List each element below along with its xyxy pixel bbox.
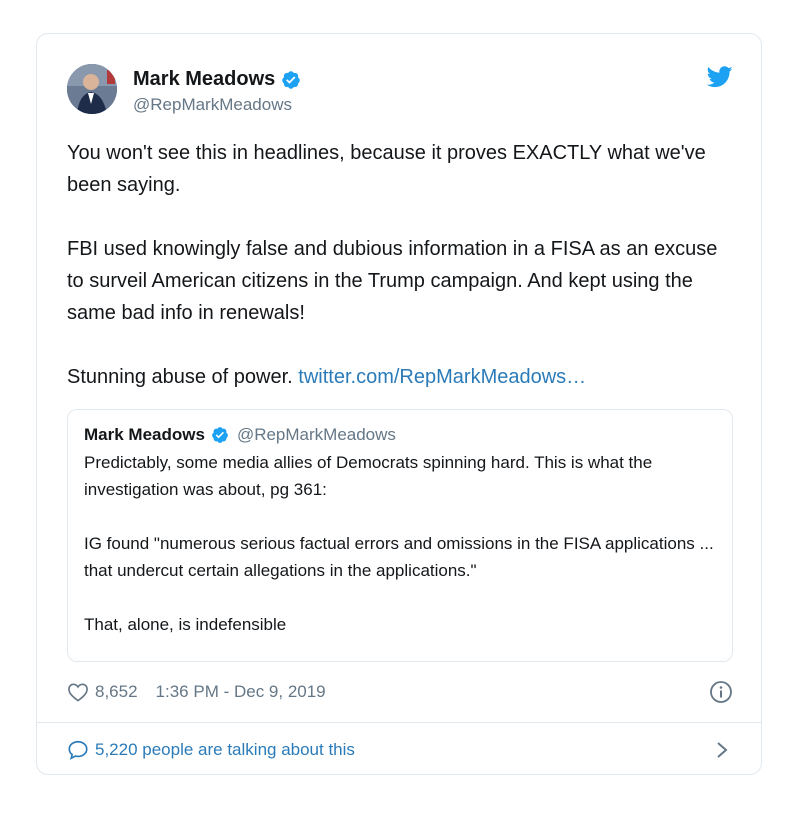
author-block: Mark Meadows @RepMarkMeadows — [133, 68, 301, 115]
comment-bubble-icon — [68, 740, 88, 760]
quoted-paragraph: That, alone, is indefensible — [84, 615, 287, 634]
heart-icon[interactable] — [67, 682, 89, 702]
talking-about-link[interactable]: 5,220 people are talking about this — [67, 736, 733, 764]
quoted-author-handle[interactable]: @RepMarkMeadows — [237, 425, 396, 445]
tweet-paragraph: FBI used knowingly false and dubious inf… — [67, 238, 718, 324]
info-icon[interactable] — [709, 680, 733, 704]
twitter-logo-icon[interactable] — [707, 66, 733, 88]
quoted-body: Predictably, some media allies of Democr… — [84, 449, 716, 638]
author-name[interactable]: Mark Meadows — [133, 68, 275, 91]
quoted-paragraph: Predictably, some media allies of Democr… — [84, 453, 653, 499]
quoted-author-name[interactable]: Mark Meadows — [84, 425, 205, 445]
talking-count-text: 5,220 people are talking about this — [95, 740, 355, 759]
author-handle[interactable]: @RepMarkMeadows — [133, 95, 301, 115]
tweet-paragraph: Stunning abuse of power. — [67, 366, 293, 388]
tweet-link[interactable]: twitter.com/RepMarkMeadows… — [298, 366, 586, 388]
verified-badge-icon — [212, 427, 228, 443]
tweet-paragraph-last: Stunning abuse of power. twitter.com/Rep… — [67, 361, 737, 393]
tweet-card: Mark Meadows @RepMarkMeadows You won't s… — [36, 33, 762, 775]
chevron-right-icon[interactable] — [715, 740, 729, 760]
verified-badge-icon — [282, 70, 301, 89]
avatar[interactable] — [67, 64, 117, 114]
quoted-paragraph: IG found "numerous serious factual error… — [84, 534, 714, 580]
quoted-tweet[interactable]: Mark Meadows @RepMarkMeadows Predictably… — [67, 409, 733, 662]
tweet-body: You won't see this in headlines, because… — [67, 137, 737, 393]
tweet-meta: 8,652 1:36 PM - Dec 9, 2019 — [67, 679, 733, 705]
tweet-paragraph: You won't see this in headlines, because… — [67, 142, 706, 196]
timestamp[interactable]: 1:36 PM - Dec 9, 2019 — [156, 682, 326, 702]
divider — [37, 722, 761, 723]
like-count[interactable]: 8,652 — [95, 682, 138, 702]
